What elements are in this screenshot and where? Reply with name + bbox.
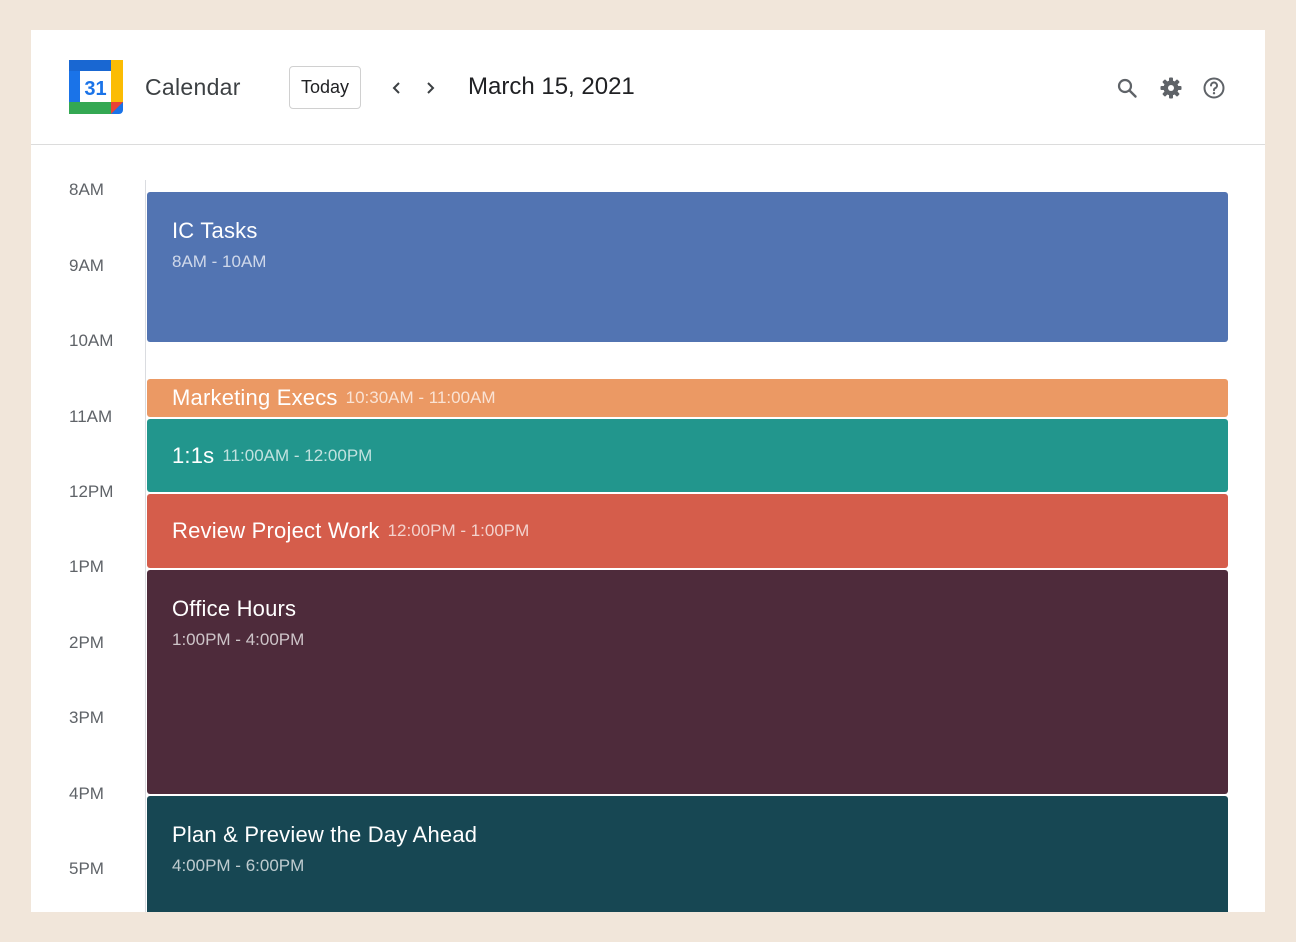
app-frame: 31 Calendar Today March 15, 2021 8AM 9AM… bbox=[0, 0, 1296, 942]
time-label: 12PM bbox=[69, 482, 114, 501]
time-label: 5PM bbox=[69, 859, 104, 878]
help-icon bbox=[1203, 77, 1225, 99]
time-label: 11AM bbox=[69, 407, 113, 426]
time-label: 3PM bbox=[69, 708, 104, 727]
top-bar: 31 Calendar Today March 15, 2021 bbox=[31, 30, 1265, 145]
time-label: 9AM bbox=[69, 256, 104, 275]
event-plan-preview[interactable]: Plan & Preview the Day Ahead 4:00PM - 6:… bbox=[147, 796, 1228, 912]
event-title: IC Tasks bbox=[172, 218, 258, 243]
app-title: Calendar bbox=[145, 74, 241, 100]
event-time: 8AM - 10AM bbox=[172, 252, 267, 271]
time-label: 8AM bbox=[69, 180, 104, 199]
next-day-button[interactable] bbox=[417, 74, 443, 102]
search-icon bbox=[1117, 78, 1137, 98]
time-axis-divider bbox=[145, 180, 146, 912]
event-office-hours[interactable]: Office Hours 1:00PM - 4:00PM bbox=[147, 570, 1228, 794]
event-review-project-work[interactable]: Review Project Work 12:00PM - 1:00PM bbox=[147, 494, 1228, 568]
calendar-logo-icon[interactable]: 31 bbox=[69, 60, 123, 114]
help-button[interactable] bbox=[1201, 75, 1227, 101]
event-time: 4:00PM - 6:00PM bbox=[172, 856, 305, 875]
event-time: 10:30AM - 11:00AM bbox=[345, 388, 496, 407]
previous-day-button[interactable] bbox=[384, 74, 410, 102]
event-ic-tasks[interactable]: IC Tasks 8AM - 10AM bbox=[147, 192, 1228, 342]
settings-button[interactable] bbox=[1158, 75, 1184, 101]
event-title: Plan & Preview the Day Ahead bbox=[172, 822, 478, 847]
gear-icon bbox=[1160, 77, 1182, 99]
event-title: Office Hours bbox=[172, 596, 297, 621]
time-label: 4PM bbox=[69, 784, 104, 803]
event-title: 1:1s bbox=[172, 442, 215, 468]
calendar-window: 31 Calendar Today March 15, 2021 8AM 9AM… bbox=[31, 30, 1265, 912]
event-title: Review Project Work bbox=[172, 518, 380, 543]
event-time: 11:00AM - 12:00PM bbox=[222, 445, 373, 465]
search-button[interactable] bbox=[1114, 75, 1140, 101]
chevron-left-icon bbox=[392, 82, 400, 94]
event-time: 1:00PM - 4:00PM bbox=[172, 630, 305, 649]
logo-number: 31 bbox=[84, 78, 106, 100]
today-button[interactable]: Today bbox=[289, 66, 361, 109]
event-time: 12:00PM - 1:00PM bbox=[387, 521, 530, 540]
chevron-right-icon bbox=[427, 82, 435, 94]
current-date-title: March 15, 2021 bbox=[468, 73, 635, 100]
time-label: 2PM bbox=[69, 633, 104, 652]
time-label: 10AM bbox=[69, 331, 114, 350]
day-grid[interactable]: 8AM 9AM 10AM 11AM 12PM 1PM 2PM 3PM 4PM 5… bbox=[31, 146, 1265, 912]
time-label: 1PM bbox=[69, 557, 104, 576]
event-marketing-execs[interactable]: Marketing Execs 10:30AM - 11:00AM bbox=[147, 379, 1228, 417]
event-title: Marketing Execs bbox=[172, 385, 338, 410]
event-one-on-ones[interactable]: 1:1s 11:00AM - 12:00PM bbox=[147, 419, 1228, 492]
